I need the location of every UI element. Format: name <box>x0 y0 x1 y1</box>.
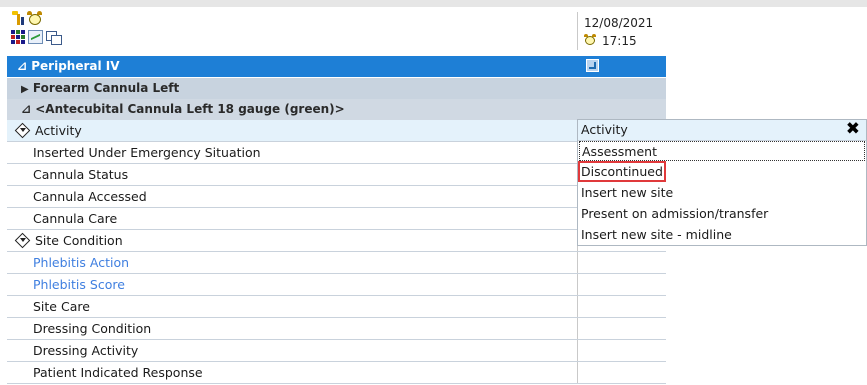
row-cannula-status[interactable]: Cannula Status <box>7 164 666 186</box>
dropdown-header: Activity ✖ <box>578 119 866 141</box>
section-title: ⊿ Peripheral IV <box>17 59 120 73</box>
value-cell[interactable] <box>577 274 667 295</box>
row-label: Cannula Care <box>33 211 118 226</box>
row-phlebitis-score[interactable]: Phlebitis Score <box>7 274 666 296</box>
row-inserted-under-emergency[interactable]: Inserted Under Emergency Situation <box>7 142 666 164</box>
expand-arrow-icon[interactable]: ▶ <box>21 84 29 95</box>
column-time: 17:15 <box>602 34 637 48</box>
row-patient-indicated-response[interactable]: Patient Indicated Response <box>7 362 666 384</box>
required-diamond-icon <box>15 233 29 247</box>
value-cell[interactable] <box>577 252 667 273</box>
row-cannula-accessed[interactable]: Cannula Accessed <box>7 186 666 208</box>
group-forearm-cannula[interactable]: ▶ Forearm Cannula Left <box>7 78 666 100</box>
row-label: Phlebitis Action <box>33 255 130 270</box>
column-header[interactable]: 12/08/2021 17:15 <box>577 12 668 50</box>
row-dressing-activity[interactable]: Dressing Activity <box>7 340 666 362</box>
row-dressing-condition[interactable]: Dressing Condition <box>7 318 666 340</box>
alarm-clock-icon[interactable] <box>27 11 42 25</box>
row-activity[interactable]: Activity <box>7 120 666 142</box>
option-insert-new-site[interactable]: Insert new site <box>579 183 865 203</box>
column-date: 12/08/2021 <box>584 16 654 30</box>
value-cell[interactable] <box>577 296 667 317</box>
value-cell[interactable] <box>577 362 667 383</box>
option-insert-new-site-midline[interactable]: Insert new site - midline <box>579 225 865 245</box>
activity-dropdown[interactable]: Activity ✖ Assessment Discontinued Inser… <box>577 119 867 246</box>
dropdown-title: Activity <box>581 122 628 137</box>
row-label: Phlebitis Score <box>33 277 125 292</box>
row-label: Cannula Status <box>33 167 129 182</box>
line-chart-icon[interactable] <box>28 30 43 44</box>
row-site-care[interactable]: Site Care <box>7 296 666 318</box>
group-title: ▶ Forearm Cannula Left <box>21 81 180 95</box>
bar-chart-icon[interactable] <box>12 11 26 25</box>
row-label: Patient Indicated Response <box>33 365 203 380</box>
section-settings-icon[interactable] <box>586 59 599 72</box>
value-cell[interactable] <box>577 340 667 361</box>
option-present-on-admission[interactable]: Present on admission/transfer <box>579 204 865 224</box>
row-cannula-care[interactable]: Cannula Care <box>7 208 666 230</box>
row-label: Activity <box>35 123 82 138</box>
section-peripheral-iv[interactable]: ⊿ Peripheral IV <box>7 56 666 77</box>
subgroup-title: ⊿ <Antecubital Cannula Left 18 gauge (gr… <box>21 102 345 116</box>
row-label: Site Care <box>33 299 90 314</box>
value-cell[interactable] <box>577 318 667 339</box>
collapse-icon[interactable]: ⊿ <box>21 102 31 116</box>
collapse-icon[interactable]: ⊿ <box>17 59 27 73</box>
required-diamond-icon <box>15 123 29 137</box>
row-label: Inserted Under Emergency Situation <box>33 145 261 160</box>
row-site-condition[interactable]: Site Condition <box>7 230 666 252</box>
row-label: Dressing Condition <box>33 321 152 336</box>
alarm-clock-icon <box>584 34 596 46</box>
subgroup-antecubital-cannula[interactable]: ⊿ <Antecubital Cannula Left 18 gauge (gr… <box>7 99 666 121</box>
row-phlebitis-action[interactable]: Phlebitis Action <box>7 252 666 274</box>
top-bar <box>0 0 867 7</box>
close-icon[interactable]: ✖ <box>846 119 860 139</box>
row-label: Site Condition <box>35 233 123 248</box>
option-assessment[interactable]: Assessment <box>579 141 865 161</box>
option-discontinued[interactable]: Discontinued <box>578 161 865 182</box>
row-label: Dressing Activity <box>33 343 139 358</box>
windows-icon[interactable] <box>46 31 62 45</box>
row-label: Cannula Accessed <box>33 189 147 204</box>
grid-icon[interactable] <box>11 30 26 44</box>
